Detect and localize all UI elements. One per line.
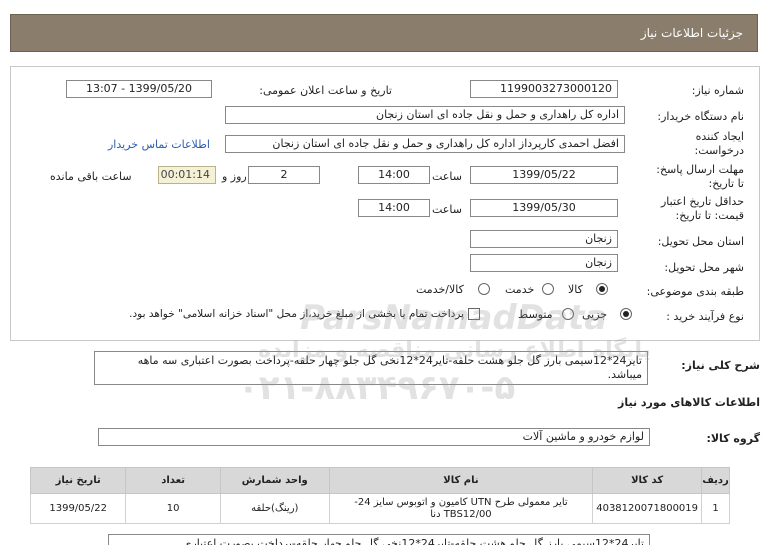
creator-label-line1: ایجاد کننده bbox=[695, 130, 744, 143]
deadline-label-line2: تا تاریخ: bbox=[708, 177, 744, 190]
goods-table: ردیف کد کالا نام کالا واحد شمارش تعداد ت… bbox=[29, 467, 730, 524]
city-label: شهر محل تحویل: bbox=[664, 261, 744, 274]
announce-field: 1399/05/20 - 13:07 bbox=[66, 80, 212, 98]
validity-time-label: ساعت bbox=[432, 203, 462, 216]
remaining-time-field: 00:01:14 bbox=[158, 166, 216, 184]
col-name-header: نام کالا bbox=[328, 467, 594, 494]
goods-info-title: اطلاعات کالاهای مورد نیاز bbox=[618, 396, 760, 409]
deadline-label-line1: مهلت ارسال پاسخ: bbox=[656, 163, 744, 176]
description-text: تایر24*12سیمی بارز گل جلو هشت حلقه-تایر2… bbox=[94, 351, 648, 385]
cell-row: 1 bbox=[701, 493, 730, 524]
deadline-time-field: 14:00 bbox=[358, 166, 430, 184]
process-option-medium: متوسط bbox=[518, 308, 553, 321]
cell-date: 1399/05/22 bbox=[29, 493, 127, 524]
col-code-header: کد کالا bbox=[592, 467, 703, 494]
col-row-header: ردیف bbox=[701, 467, 730, 494]
need-number-field: 1199003273000120 bbox=[470, 80, 618, 98]
page-title: جزئیات اطلاعات نیاز bbox=[640, 26, 743, 40]
cell-name: تایر معمولی طرح UTN کامیون و اتوبوس سایز… bbox=[328, 493, 594, 524]
category-radio-goods[interactable] bbox=[596, 283, 608, 295]
category-radio-service[interactable] bbox=[542, 283, 554, 295]
goods-group-field: لوازم خودرو و ماشین آلات bbox=[98, 428, 650, 446]
goods-table-header: ردیف کد کالا نام کالا واحد شمارش تعداد ت… bbox=[29, 467, 730, 494]
process-radio-minor[interactable] bbox=[620, 308, 632, 320]
deadline-time-label: ساعت bbox=[432, 170, 462, 183]
deadline-date-field: 1399/05/22 bbox=[470, 166, 618, 184]
validity-time-field: 14:00 bbox=[358, 199, 430, 217]
cell-code: 4038120071800019 bbox=[592, 493, 703, 524]
creator-field: افضل احمدی کارپرداز اداره کل راهداری و ح… bbox=[225, 135, 625, 153]
province-field: زنجان bbox=[470, 230, 618, 248]
goods-group-label: گروه کالا: bbox=[706, 432, 760, 445]
remaining-time-label: ساعت باقی مانده bbox=[50, 170, 132, 183]
table-row[interactable]: 1 4038120071800019 تایر معمولی طرح UTN ک… bbox=[29, 493, 730, 524]
cell-unit: (رینگ)حلقه bbox=[219, 493, 330, 524]
category-radio-goods-service[interactable] bbox=[478, 283, 490, 295]
city-field: زنجان bbox=[470, 254, 618, 272]
process-option-minor: جزیی bbox=[582, 308, 608, 321]
buyer-org-field: اداره کل راهداری و حمل و نقل جاده ای است… bbox=[225, 106, 625, 124]
treasury-payment-checkbox[interactable] bbox=[468, 308, 480, 320]
col-unit-header: واحد شمارش bbox=[219, 467, 330, 494]
col-date-header: تاریخ نیاز bbox=[29, 467, 127, 494]
province-label: استان محل تحویل: bbox=[657, 235, 744, 248]
category-label: طبقه بندی موضوعی: bbox=[646, 285, 744, 298]
process-label: نوع فرآیند خرید : bbox=[666, 310, 744, 323]
validity-label-line2: قیمت: تا تاریخ: bbox=[675, 209, 744, 222]
page-header: جزئیات اطلاعات نیاز bbox=[10, 14, 758, 52]
category-option-goods-service: کالا/خدمت bbox=[416, 283, 464, 296]
deadline-days-field: 2 bbox=[248, 166, 320, 184]
description-label: شرح کلی نیاز: bbox=[681, 359, 760, 372]
buyer-contact-link[interactable]: اطلاعات تماس خریدار bbox=[108, 138, 210, 151]
validity-label-line1: حداقل تاریخ اعتبار bbox=[660, 195, 744, 208]
category-option-goods: کالا bbox=[568, 283, 583, 296]
category-option-service: خدمت bbox=[505, 283, 535, 296]
col-qty-header: تعداد bbox=[125, 467, 221, 494]
bottom-description-snippet: تایر24*12سیمی بارز گل جلو هشت حلقه-تایر2… bbox=[108, 534, 650, 545]
process-radio-medium[interactable] bbox=[562, 308, 574, 320]
validity-date-field: 1399/05/30 bbox=[470, 199, 618, 217]
deadline-days-label: روز و bbox=[222, 170, 247, 183]
announce-label: تاریخ و ساعت اعلان عمومی: bbox=[259, 84, 392, 97]
need-number-label: شماره نیاز: bbox=[691, 84, 744, 97]
buyer-org-label: نام دستگاه خریدار: bbox=[657, 110, 744, 123]
creator-label-line2: درخواست: bbox=[694, 144, 744, 157]
cell-qty: 10 bbox=[125, 493, 221, 524]
treasury-payment-note: پرداخت تمام یا بخشی از مبلغ خرید،از محل … bbox=[129, 308, 464, 320]
